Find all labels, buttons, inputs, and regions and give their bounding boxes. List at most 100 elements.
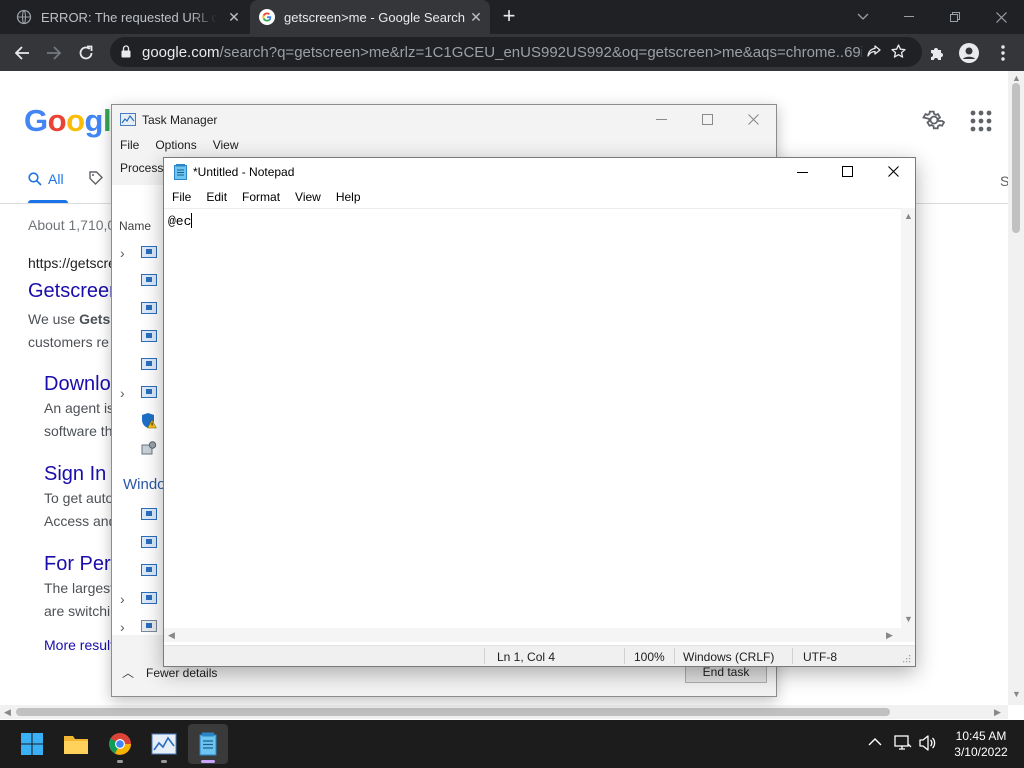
- profile-avatar-icon[interactable]: [956, 40, 982, 66]
- chevron-up-icon[interactable]: ︿: [122, 664, 134, 681]
- chevron-right-icon[interactable]: ›: [120, 245, 125, 261]
- chevron-up-icon[interactable]: [868, 737, 882, 746]
- taskbar-notepad[interactable]: [188, 724, 228, 764]
- scroll-right-arrow-icon[interactable]: ▶: [886, 630, 893, 641]
- notepad-menu-bar: File Edit Format View Help: [164, 188, 368, 208]
- reload-icon[interactable]: [73, 40, 99, 66]
- resize-grip-icon[interactable]: [902, 654, 911, 663]
- menu-file[interactable]: File: [164, 188, 198, 208]
- chevron-down-icon[interactable]: [840, 0, 886, 34]
- new-tab-button[interactable]: +: [498, 5, 520, 28]
- sitelink-snippet: The largest: [44, 580, 115, 596]
- page-horizontal-scrollbar[interactable]: ◀ ▶: [0, 705, 1008, 719]
- sitelink-snippet: To get auto: [44, 490, 114, 506]
- minimize-icon[interactable]: [797, 172, 808, 174]
- notepad-status-bar: Ln 1, Col 4 100% Windows (CRLF) UTF-8: [164, 645, 915, 666]
- bookmark-star-icon[interactable]: [891, 44, 906, 59]
- minimize-icon[interactable]: [656, 119, 667, 121]
- maximize-icon[interactable]: [842, 166, 853, 177]
- back-arrow-icon[interactable]: [9, 40, 35, 66]
- task-manager-titlebar[interactable]: Task Manager: [112, 105, 776, 135]
- status-divider: [624, 648, 625, 664]
- browser-tab-google-search[interactable]: getscreen>me - Google Search ✕: [250, 0, 490, 34]
- sitelink-sign-in[interactable]: Sign In: [44, 463, 106, 486]
- scroll-up-arrow-icon[interactable]: ▲: [1012, 73, 1021, 83]
- forward-arrow-icon[interactable]: [41, 40, 67, 66]
- lock-icon[interactable]: [121, 45, 131, 58]
- menu-options[interactable]: Options: [147, 136, 204, 158]
- address-bar[interactable]: google.com/search?q=getscreen>me&rlz=1C1…: [110, 37, 922, 67]
- editor-content[interactable]: @ec: [168, 213, 193, 229]
- fewer-details-link[interactable]: Fewer details: [146, 666, 217, 680]
- extensions-puzzle-icon[interactable]: [924, 40, 950, 66]
- result-title[interactable]: Getscreen: [28, 280, 120, 303]
- scrollbar-thumb[interactable]: [16, 708, 890, 716]
- menu-edit[interactable]: Edit: [198, 188, 234, 208]
- sitelink-snippet: An agent is: [44, 400, 115, 416]
- editor-vertical-scrollbar[interactable]: ▲ ▼: [901, 208, 915, 628]
- share-icon[interactable]: [867, 45, 882, 59]
- search-tab-all[interactable]: All: [28, 171, 64, 187]
- menu-view[interactable]: View: [205, 136, 247, 158]
- maximize-icon[interactable]: [702, 114, 713, 125]
- scroll-left-arrow-icon[interactable]: ◀: [168, 630, 175, 641]
- editor-horizontal-scrollbar[interactable]: ◀ ▶: [164, 628, 901, 642]
- close-window-icon[interactable]: [978, 0, 1024, 34]
- column-header-name[interactable]: Name: [119, 219, 151, 233]
- app-window-icon: [141, 274, 157, 286]
- chrome-icon: [109, 733, 131, 755]
- sitelink-download[interactable]: Downlo: [44, 373, 111, 396]
- network-monitor-icon[interactable]: [894, 735, 912, 751]
- app-window-icon: [141, 564, 157, 576]
- search-tools-label[interactable]: S: [1000, 173, 1008, 189]
- chevron-right-icon[interactable]: ›: [120, 591, 125, 607]
- status-divider: [674, 648, 675, 664]
- sitelink-snippet: software th: [44, 423, 113, 439]
- minimize-icon[interactable]: [886, 0, 932, 34]
- system-clock[interactable]: 10:45 AM 3/10/2022: [946, 728, 1016, 760]
- app-window-icon: [141, 358, 157, 370]
- sitelink-for-personal[interactable]: For Per: [44, 553, 111, 576]
- taskbar-task-manager[interactable]: [144, 724, 184, 764]
- scroll-up-arrow-icon[interactable]: ▲: [904, 211, 913, 221]
- more-options-icon[interactable]: [990, 40, 1016, 66]
- browser-tab-strip: ERROR: The requested URL could not be re…: [0, 0, 1024, 34]
- menu-format[interactable]: Format: [234, 188, 287, 208]
- globe-icon: [16, 9, 32, 25]
- app-window-icon: [141, 536, 157, 548]
- browser-tab-error[interactable]: ERROR: The requested URL could not be re…: [16, 0, 248, 34]
- restore-icon[interactable]: [932, 0, 978, 34]
- close-tab-icon[interactable]: ✕: [468, 9, 484, 25]
- chevron-right-icon[interactable]: ›: [120, 619, 125, 635]
- scroll-left-arrow-icon[interactable]: ◀: [4, 707, 11, 718]
- notepad-titlebar[interactable]: *Untitled - Notepad: [164, 158, 915, 188]
- scroll-down-arrow-icon[interactable]: ▼: [1012, 689, 1021, 699]
- task-manager-icon: [120, 113, 136, 126]
- window-title: *Untitled - Notepad: [193, 165, 295, 179]
- notepad-window[interactable]: *Untitled - Notepad File Edit Format Vie…: [163, 157, 916, 667]
- google-apps-grid-icon[interactable]: [970, 110, 992, 132]
- app-window-icon: [141, 620, 157, 632]
- result-cite[interactable]: https://getscre: [28, 255, 116, 271]
- start-button[interactable]: [12, 724, 52, 764]
- settings-gear-icon[interactable]: [922, 108, 946, 132]
- close-tab-icon[interactable]: ✕: [226, 9, 242, 25]
- scroll-down-arrow-icon[interactable]: ▼: [904, 614, 913, 624]
- menu-view[interactable]: View: [287, 188, 328, 208]
- scroll-right-arrow-icon[interactable]: ▶: [994, 707, 1001, 718]
- running-indicator: [201, 760, 215, 763]
- taskbar-file-explorer[interactable]: [56, 724, 96, 764]
- menu-help[interactable]: Help: [328, 188, 368, 208]
- more-results-link[interactable]: More result: [44, 637, 114, 653]
- app-window-icon: [141, 246, 157, 258]
- service-host-icon: [141, 441, 157, 455]
- speaker-volume-icon[interactable]: [919, 735, 937, 751]
- close-window-icon[interactable]: [888, 166, 899, 177]
- scrollbar-thumb[interactable]: [1012, 83, 1020, 233]
- taskbar-chrome[interactable]: [100, 724, 140, 764]
- notepad-text-area[interactable]: @ec: [164, 208, 901, 628]
- menu-file[interactable]: File: [112, 136, 147, 158]
- chevron-right-icon[interactable]: ›: [120, 385, 125, 401]
- close-window-icon[interactable]: [748, 114, 759, 125]
- page-vertical-scrollbar[interactable]: ▲ ▼: [1008, 71, 1024, 705]
